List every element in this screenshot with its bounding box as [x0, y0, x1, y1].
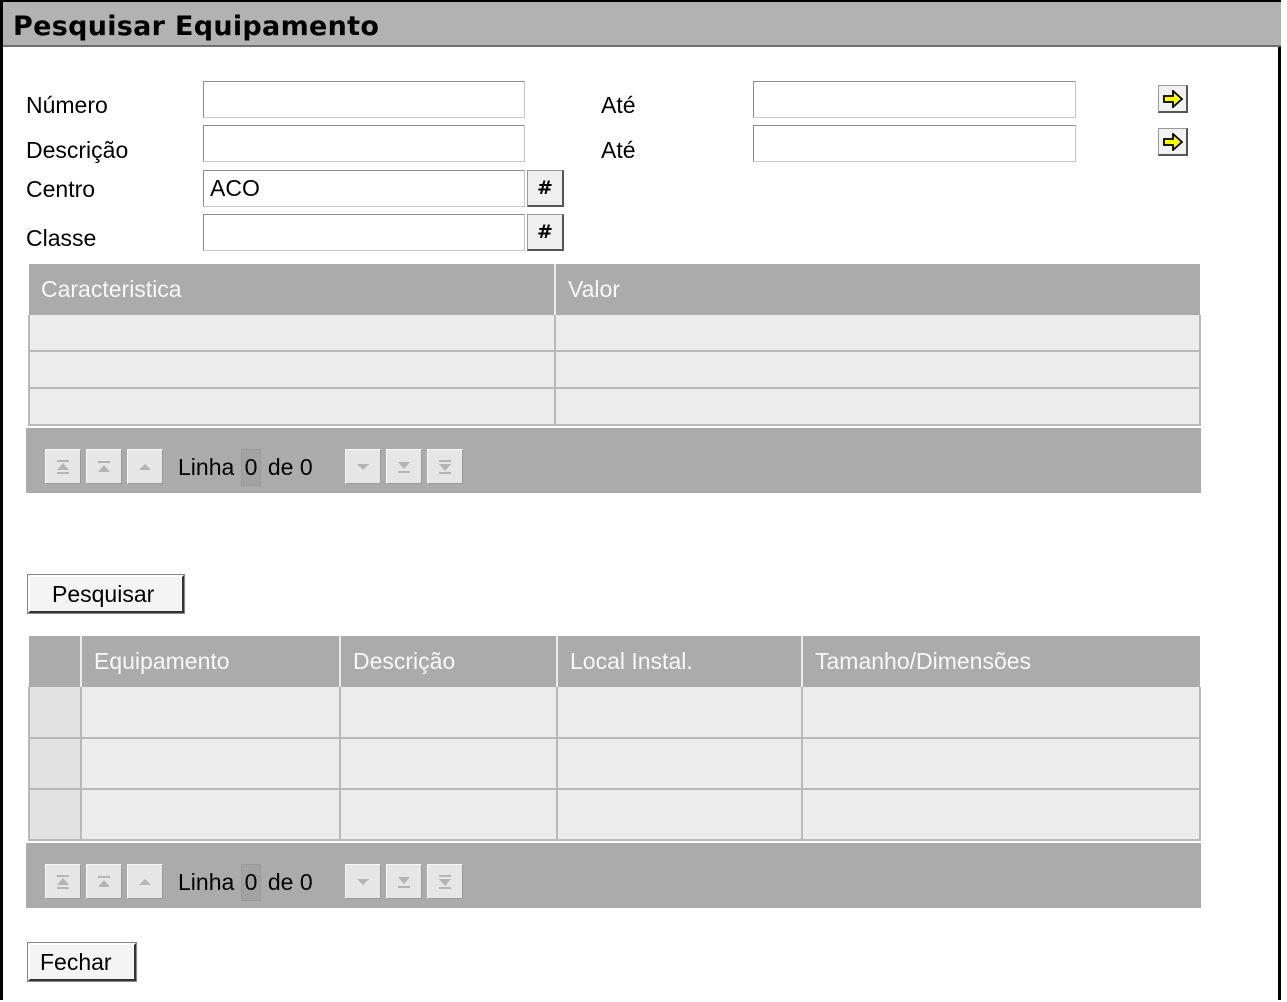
- row-selector[interactable]: [28, 738, 82, 790]
- previous-row-button[interactable]: [127, 449, 163, 484]
- descricao-multiple-selection-button[interactable]: [1158, 128, 1188, 156]
- column-header-equipamento[interactable]: Equipamento: [81, 636, 341, 687]
- up-arrow-icon: [139, 878, 151, 885]
- last-page-icon: [439, 874, 451, 889]
- descricao-to-input[interactable]: [753, 125, 1076, 162]
- window-titlebar: Pesquisar Equipamento: [3, 2, 1281, 47]
- table-row[interactable]: [28, 315, 1201, 352]
- column-header-descricao[interactable]: Descrição: [340, 636, 558, 687]
- first-page-icon: [57, 874, 69, 889]
- table-cell[interactable]: [556, 789, 803, 841]
- column-header-local-instal[interactable]: Local Instal.: [557, 636, 803, 687]
- next-page-button[interactable]: [386, 449, 422, 484]
- right-arrow-icon: [1162, 89, 1183, 108]
- numero-label: Número: [26, 92, 108, 118]
- table-row[interactable]: [28, 687, 1201, 739]
- row-selector[interactable]: [28, 687, 82, 739]
- row-selector[interactable]: [28, 789, 82, 841]
- page-up-icon: [98, 875, 110, 887]
- table-row[interactable]: [28, 388, 1201, 426]
- right-arrow-icon: [1162, 132, 1183, 151]
- results-table: Equipamento Descrição Local Instal. Tama…: [28, 636, 1201, 841]
- numero-to-input[interactable]: [753, 81, 1076, 118]
- page-down-icon: [398, 876, 410, 888]
- table-cell[interactable]: [28, 388, 556, 426]
- page-up-icon: [98, 460, 110, 472]
- column-header-caracteristica[interactable]: Caracteristica: [29, 264, 556, 315]
- next-row-button[interactable]: [345, 864, 381, 899]
- pesquisar-button[interactable]: Pesquisar: [27, 574, 185, 614]
- pager-total: de 0: [267, 454, 313, 480]
- characteristics-header-row: Caracteristica Valor: [29, 264, 1200, 315]
- window-title: Pesquisar Equipamento: [13, 11, 380, 42]
- down-arrow-icon: [357, 463, 369, 470]
- table-cell[interactable]: [554, 315, 1201, 352]
- pager-current-row[interactable]: 0: [240, 864, 262, 901]
- table-row[interactable]: [28, 351, 1201, 389]
- pager-info: Linha 0 de 0: [178, 449, 313, 486]
- table-cell[interactable]: [801, 738, 1201, 790]
- previous-page-button[interactable]: [86, 864, 122, 899]
- pager-info: Linha 0 de 0: [178, 864, 313, 901]
- pager-current-row[interactable]: 0: [240, 449, 262, 486]
- previous-page-button[interactable]: [86, 449, 122, 484]
- table-cell[interactable]: [554, 351, 1201, 389]
- numero-ate-label: Até: [601, 92, 636, 118]
- table-cell[interactable]: [80, 789, 341, 841]
- table-cell[interactable]: [80, 738, 341, 790]
- column-header-valor[interactable]: Valor: [555, 264, 1200, 315]
- table-cell[interactable]: [80, 687, 341, 739]
- table-cell[interactable]: [28, 315, 556, 352]
- up-arrow-icon: [139, 463, 151, 470]
- descricao-from-input[interactable]: [203, 125, 525, 162]
- centro-label: Centro: [26, 176, 96, 202]
- descricao-label: Descrição: [26, 137, 129, 163]
- column-header-tamanho-dimensoes[interactable]: Tamanho/Dimensões: [802, 636, 1200, 687]
- table-cell[interactable]: [801, 789, 1201, 841]
- table-row[interactable]: [28, 789, 1201, 841]
- last-page-icon: [439, 459, 451, 474]
- table-cell[interactable]: [556, 738, 803, 790]
- pager-total: de 0: [267, 869, 313, 895]
- characteristics-pager: Linha 0 de 0: [26, 428, 1201, 493]
- classe-label: Classe: [26, 225, 97, 251]
- table-row[interactable]: [28, 738, 1201, 790]
- first-page-button[interactable]: [45, 864, 81, 899]
- centro-input[interactable]: [203, 170, 525, 207]
- pager-linha-label: Linha: [178, 869, 235, 895]
- down-arrow-icon: [357, 878, 369, 885]
- characteristics-table: Caracteristica Valor: [28, 264, 1201, 426]
- page-down-icon: [398, 461, 410, 473]
- first-page-icon: [57, 459, 69, 474]
- last-page-button[interactable]: [427, 864, 463, 899]
- fechar-button[interactable]: Fechar: [27, 942, 137, 982]
- table-cell[interactable]: [554, 388, 1201, 426]
- results-header-row: Equipamento Descrição Local Instal. Tama…: [29, 636, 1200, 687]
- table-cell[interactable]: [339, 738, 558, 790]
- last-page-button[interactable]: [427, 449, 463, 484]
- table-cell[interactable]: [339, 687, 558, 739]
- numero-multiple-selection-button[interactable]: [1158, 85, 1188, 113]
- first-page-button[interactable]: [45, 449, 81, 484]
- next-page-button[interactable]: [386, 864, 422, 899]
- centro-search-help-button[interactable]: #: [527, 170, 564, 207]
- descricao-ate-label: Até: [601, 137, 636, 163]
- next-row-button[interactable]: [345, 449, 381, 484]
- table-cell[interactable]: [556, 687, 803, 739]
- table-cell[interactable]: [801, 687, 1201, 739]
- numero-from-input[interactable]: [203, 81, 525, 118]
- classe-input[interactable]: [203, 214, 525, 251]
- classe-search-help-button[interactable]: #: [527, 214, 564, 251]
- pager-linha-label: Linha: [178, 454, 235, 480]
- select-all-column-header[interactable]: [29, 636, 82, 687]
- table-cell[interactable]: [339, 789, 558, 841]
- previous-row-button[interactable]: [127, 864, 163, 899]
- results-pager: Linha 0 de 0: [26, 843, 1201, 908]
- table-cell[interactable]: [28, 351, 556, 389]
